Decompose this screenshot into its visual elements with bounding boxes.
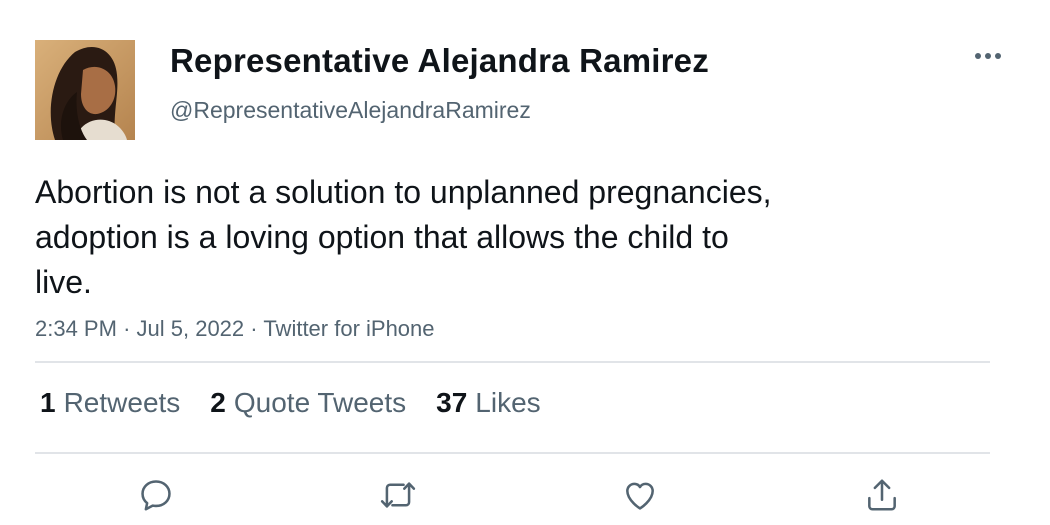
author-display-name[interactable]: Representative Alejandra Ramirez — [170, 42, 709, 80]
tweet-time[interactable]: 2:34 PM — [35, 316, 117, 341]
divider — [35, 452, 990, 454]
quote-tweets-count: 2 — [210, 387, 226, 418]
share-icon — [868, 479, 896, 511]
likes-count: 37 — [436, 387, 468, 418]
likes-stat[interactable]: 37 Likes — [436, 387, 541, 419]
heart-icon — [626, 482, 654, 510]
author-handle[interactable]: @RepresentativeAlejandraRamirez — [170, 97, 531, 124]
reply-icon — [141, 480, 171, 511]
tweet-text-line: live. — [35, 264, 92, 300]
quote-tweets-label: Quote Tweets — [233, 387, 407, 418]
tweet-stats: 1 Retweets 2 Quote Tweets 37 Likes — [40, 387, 571, 419]
retweet-icon — [380, 482, 416, 508]
tweet-text: Abortion is not a solution to unplanned … — [35, 170, 915, 305]
likes-label: Likes — [475, 387, 541, 418]
retweets-label: Retweets — [63, 387, 181, 418]
meta-separator: · — [123, 316, 131, 341]
tweet-text-line: adoption is a loving option that allows … — [35, 219, 729, 255]
divider — [35, 361, 990, 363]
more-horizontal-icon — [975, 53, 1001, 59]
more-options-button[interactable] — [970, 40, 1006, 72]
retweets-count: 1 — [40, 387, 56, 418]
share-button[interactable] — [862, 475, 902, 515]
reply-button[interactable] — [136, 475, 176, 515]
meta-separator: · — [250, 316, 258, 341]
avatar-photo — [35, 40, 135, 140]
retweet-button[interactable] — [378, 475, 418, 515]
tweet-metadata: 2:34 PM · Jul 5, 2022 · Twitter for iPho… — [35, 316, 435, 342]
tweet-source[interactable]: Twitter for iPhone — [263, 316, 434, 341]
quote-tweets-stat[interactable]: 2 Quote Tweets — [210, 387, 406, 419]
tweet-date[interactable]: Jul 5, 2022 — [137, 316, 245, 341]
tweet-text-line: Abortion is not a solution to unplanned … — [35, 174, 772, 210]
avatar[interactable] — [35, 40, 135, 140]
retweets-stat[interactable]: 1 Retweets — [40, 387, 180, 419]
like-button[interactable] — [620, 475, 660, 515]
